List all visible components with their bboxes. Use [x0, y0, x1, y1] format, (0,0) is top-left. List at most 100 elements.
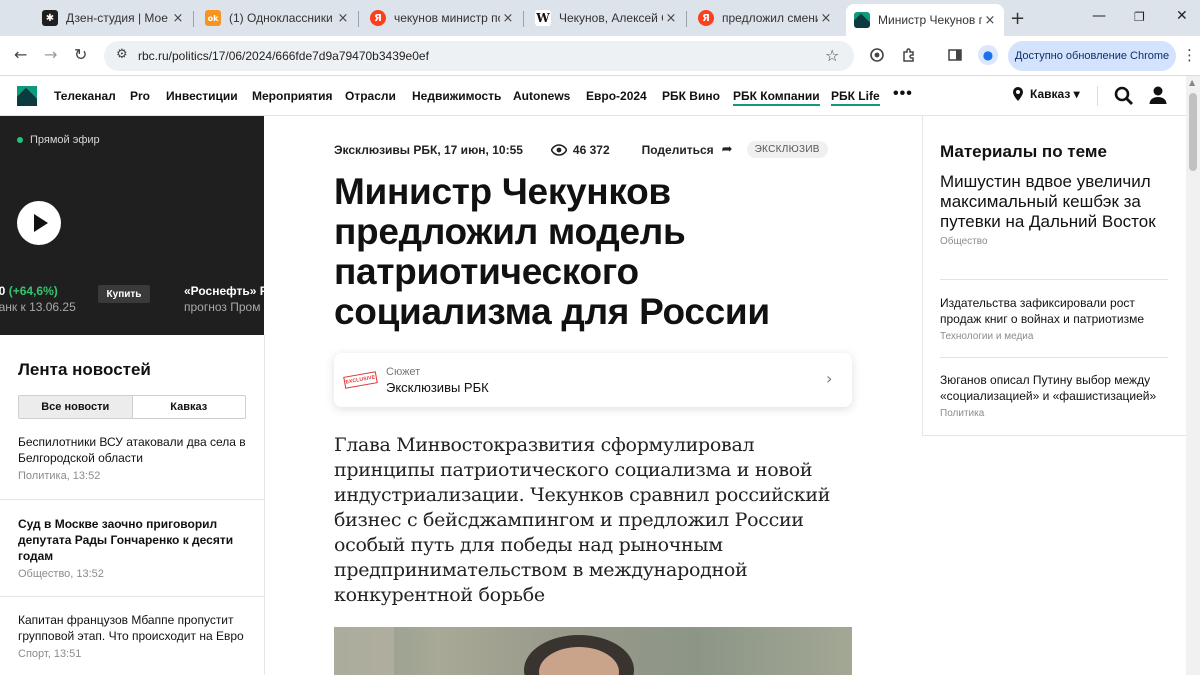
close-window-icon[interactable]: ✕: [1176, 8, 1188, 24]
minimize-icon[interactable]: —: [1092, 8, 1106, 24]
site-header: Телеканал Pro Инвестиции Мероприятия Отр…: [0, 76, 1186, 116]
quote-ticker-1[interactable]: 00 (+64,6%): [0, 284, 58, 298]
related-headline[interactable]: Зюганов описал Путину выбор между «социа…: [940, 372, 1170, 404]
live-broadcast-player: Прямой эфир 00 (+64,6%) банк к 13.06.25 …: [0, 116, 264, 335]
news-meta: Общество, 13:52: [18, 568, 104, 580]
nav-link-autonews[interactable]: Autonews: [513, 89, 570, 103]
close-tab-icon[interactable]: ×: [500, 11, 516, 26]
address-bar[interactable]: ⚙ rbc.ru/politics/17/06/2024/666fde7d9a7…: [104, 41, 854, 71]
yandex-icon: Я: [370, 10, 386, 26]
google-lens-icon[interactable]: [868, 46, 886, 64]
region-label: Кавказ ▾: [1030, 87, 1080, 101]
scrollbar-thumb[interactable]: [1189, 93, 1197, 171]
story-card[interactable]: EXCLUSIVE Сюжет Эксклюзивы РБК ›: [334, 353, 852, 407]
share-button[interactable]: Поделиться: [642, 143, 714, 157]
nav-link-events[interactable]: Мероприятия: [252, 89, 333, 103]
nav-link-tv[interactable]: Телеканал: [54, 89, 116, 103]
browser-menu-icon[interactable]: ⋮: [1182, 46, 1197, 64]
user-account-icon[interactable]: [1148, 85, 1168, 105]
close-tab-icon[interactable]: ×: [818, 11, 834, 26]
related-title: Материалы по теме: [940, 142, 1107, 161]
search-icon[interactable]: [1114, 86, 1134, 106]
buy-button[interactable]: Купить: [98, 285, 150, 303]
scroll-up-icon[interactable]: ▲: [1189, 78, 1195, 87]
chevron-right-icon[interactable]: ›: [826, 369, 832, 388]
live-label: Прямой эфир: [30, 134, 100, 146]
profile-avatar-icon[interactable]: ●: [978, 45, 998, 65]
nav-link-industries[interactable]: Отрасли: [345, 89, 396, 103]
nav-link-rbc-life[interactable]: РБК Life: [831, 89, 880, 106]
reload-icon[interactable]: ↻: [74, 45, 87, 64]
quote-ticker-2[interactable]: «Роснефть» Р: [184, 284, 264, 298]
forward-icon[interactable]: →: [44, 45, 57, 64]
news-meta: Спорт, 13:51: [18, 648, 82, 660]
play-button[interactable]: [17, 201, 61, 245]
nav-link-realty[interactable]: Недвижимость: [412, 89, 501, 103]
close-tab-icon[interactable]: ×: [170, 11, 186, 26]
article-photo[interactable]: [334, 627, 852, 675]
news-headline[interactable]: Беспилотники ВСУ атаковали два села в Бе…: [18, 434, 250, 466]
nav-link-investments[interactable]: Инвестиции: [166, 89, 238, 103]
yandex-icon: Я: [698, 10, 714, 26]
related-item[interactable]: Зюганов описал Путину выбор между «социа…: [940, 372, 1170, 419]
nav-more-icon[interactable]: •••: [893, 85, 913, 103]
close-tab-icon[interactable]: ×: [663, 11, 679, 26]
related-meta: Политика: [940, 408, 985, 419]
article-title: Министр Чекунков предложил модель патрио…: [334, 171, 770, 332]
back-icon[interactable]: ←: [14, 45, 27, 64]
url-text[interactable]: rbc.ru/politics/17/06/2024/666fde7d9a794…: [138, 49, 429, 63]
quote-subtitle-1: банк к 13.06.25: [0, 300, 76, 314]
live-indicator: [17, 137, 23, 143]
restore-window-icon[interactable]: ❐: [1134, 10, 1145, 24]
nav-link-euro-2024[interactable]: Евро-2024: [586, 89, 647, 103]
tab-all-news[interactable]: Все новости: [19, 396, 132, 418]
page-scrollbar[interactable]: ▲: [1186, 76, 1200, 675]
news-headline[interactable]: Суд в Москве заочно приговорил депутата …: [18, 516, 250, 564]
story-kicker: Сюжет: [386, 366, 421, 378]
site-settings-icon[interactable]: ⚙: [116, 47, 128, 62]
news-meta: Политика, 13:52: [18, 470, 101, 482]
browser-tab-wikipedia[interactable]: W Чекунов, Алексей С ×: [527, 6, 685, 30]
related-item[interactable]: Издательства зафиксировали рост продаж к…: [940, 295, 1170, 342]
news-feed-title: Лента новостей: [18, 360, 151, 379]
browser-tab-odnoklassniki[interactable]: ok (1) Одноклассники ×: [197, 6, 357, 30]
nav-link-rbc-companies[interactable]: РБК Компании: [733, 89, 820, 106]
chrome-update-button[interactable]: Доступно обновление Chrome: [1008, 41, 1176, 71]
browser-tab-yandex-search[interactable]: Я чекунов министр по ×: [362, 6, 522, 30]
news-headline[interactable]: Капитан французов Мбаппе пропустит групп…: [18, 612, 250, 644]
region-selector[interactable]: Кавказ ▾: [1012, 87, 1080, 101]
news-feed-item[interactable]: Суд в Москве заочно приговорил депутата …: [18, 516, 250, 580]
browser-tab-strip: ✱ Дзен-студия | Мое м × ok (1) Однокласс…: [0, 0, 1200, 36]
side-panel-icon[interactable]: [946, 46, 964, 64]
wikipedia-icon: W: [535, 10, 551, 26]
close-tab-icon[interactable]: ×: [335, 11, 351, 26]
browser-tab-yandex-news[interactable]: Я предложил сменить ×: [690, 6, 840, 30]
news-feed-item[interactable]: Беспилотники ВСУ атаковали два села в Бе…: [18, 434, 250, 482]
nav-link-rbc-wine[interactable]: РБК Вино: [662, 89, 720, 103]
odnoklassniki-icon: ok: [205, 10, 221, 26]
browser-tab-dzen[interactable]: ✱ Дзен-студия | Мое м ×: [34, 6, 192, 30]
bookmark-star-icon[interactable]: ☆: [825, 46, 839, 65]
exclusive-badge: ЭКСКЛЮЗИВ: [746, 141, 828, 158]
quote-subtitle-2: прогноз Пром: [184, 300, 261, 314]
share-arrow-icon[interactable]: ➦: [722, 142, 733, 157]
story-name[interactable]: Эксклюзивы РБК: [386, 380, 489, 395]
related-headline[interactable]: Издательства зафиксировали рост продаж к…: [940, 295, 1170, 327]
browser-tab-rbc-active[interactable]: Министр Чекунов п ×: [846, 4, 1004, 36]
tab-region-news[interactable]: Кавказ: [131, 396, 246, 418]
location-pin-icon: [1013, 87, 1023, 101]
article-source-date[interactable]: Эксклюзивы РБК, 17 июн, 10:55: [334, 143, 523, 157]
close-tab-icon[interactable]: ×: [982, 13, 998, 28]
news-feed-item[interactable]: Капитан французов Мбаппе пропустит групп…: [18, 612, 250, 660]
related-item[interactable]: Мишустин вдвое увеличил максимальный кеш…: [940, 172, 1170, 247]
browser-toolbar: ← → ↻ ⚙ rbc.ru/politics/17/06/2024/666fd…: [0, 36, 1200, 76]
nav-link-pro[interactable]: Pro: [130, 89, 150, 103]
extensions-icon[interactable]: [900, 46, 918, 64]
quote-change: (+64,6%): [8, 284, 58, 298]
related-meta: Общество: [940, 236, 988, 247]
new-tab-icon[interactable]: +: [1010, 8, 1025, 29]
related-headline[interactable]: Мишустин вдвое увеличил максимальный кеш…: [940, 172, 1170, 232]
related-meta: Технологии и медиа: [940, 331, 1034, 342]
article-lead: Глава Минвостокразвития сформулировал пр…: [334, 434, 831, 606]
rbc-logo[interactable]: [17, 86, 37, 106]
